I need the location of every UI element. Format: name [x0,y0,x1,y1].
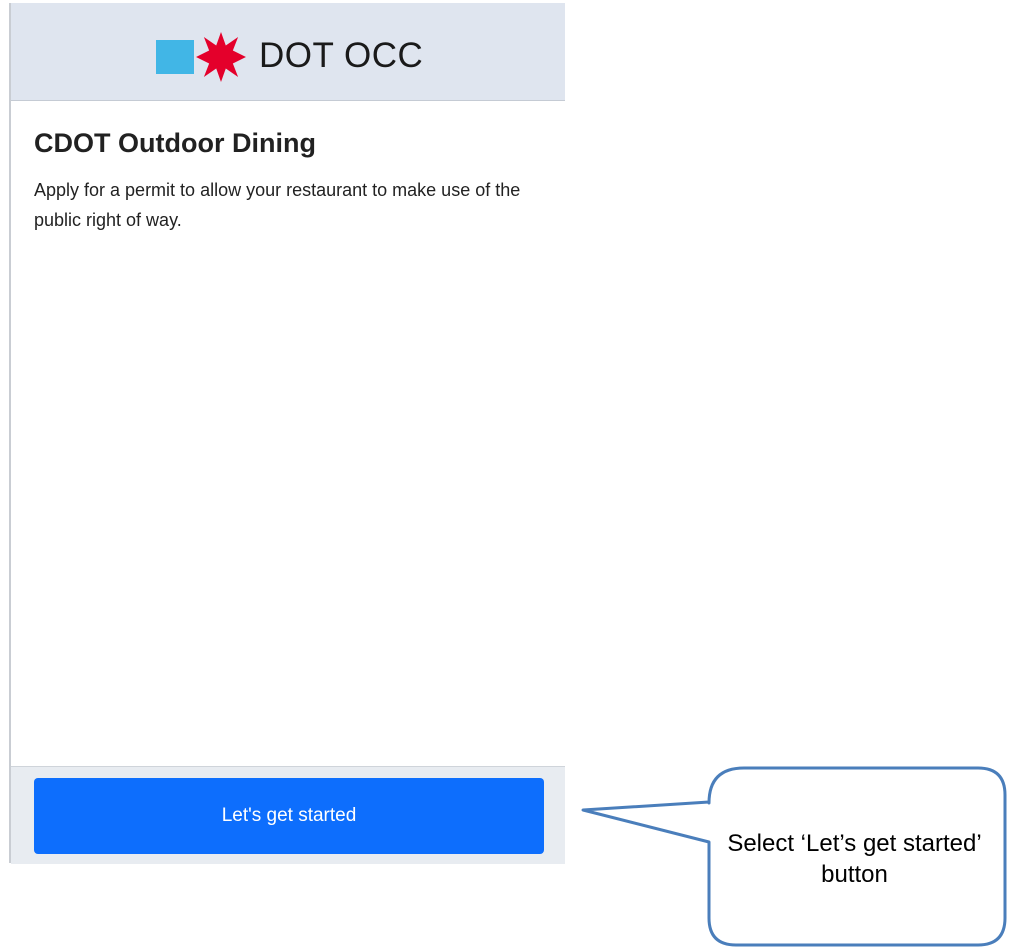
logo-blue-square [156,40,194,74]
main-content: CDOT Outdoor Dining Apply for a permit t… [11,101,565,766]
app-title: DOT OCC [259,36,424,75]
callout-text: Select ‘Let’s get started’ button [727,830,982,888]
lets-get-started-button[interactable]: Let's get started [34,778,544,854]
footer: Let's get started [11,766,565,864]
page-title: CDOT Outdoor Dining [34,128,316,158]
app-window: DOT OCC CDOT Outdoor Dining Apply for a … [9,3,565,864]
page-description: Apply for a permit to allow your restaur… [34,180,521,230]
chicago-star-icon [196,32,246,82]
app-header: DOT OCC [11,3,565,101]
